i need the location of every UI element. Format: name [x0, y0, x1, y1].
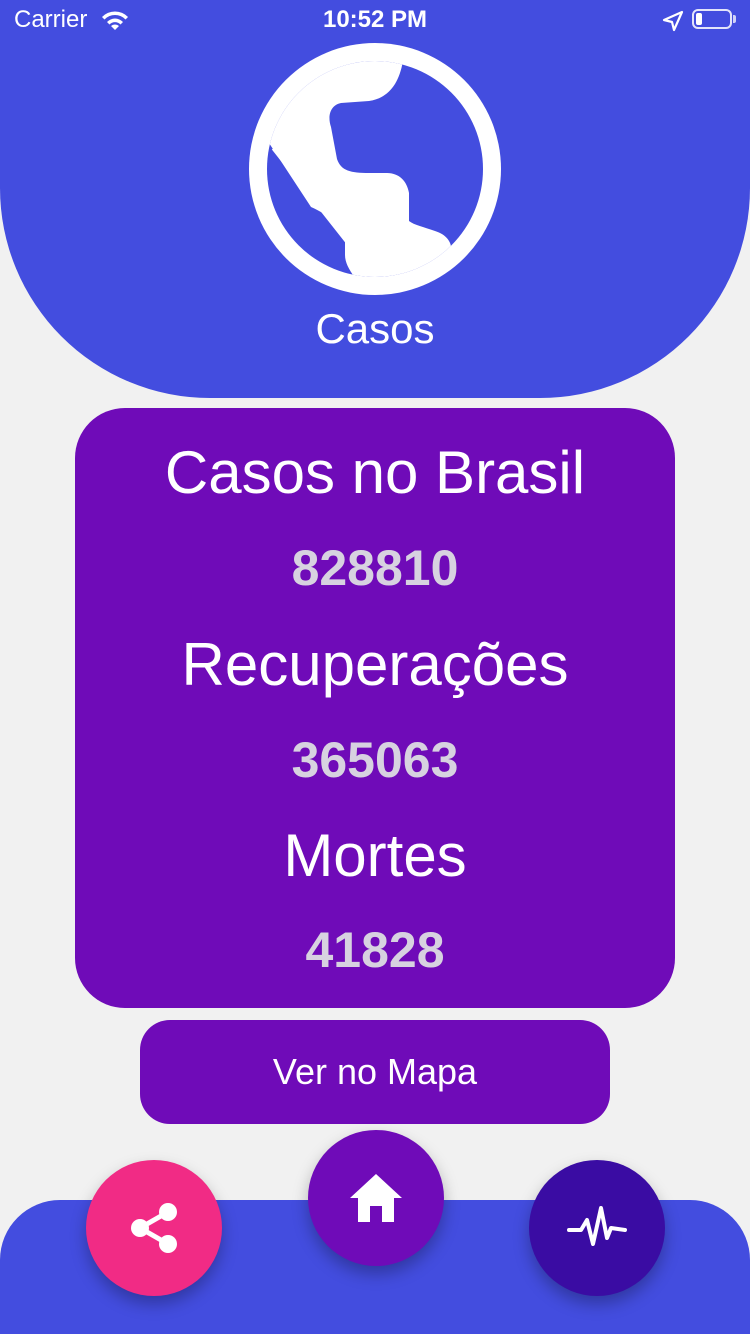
- recovered-value: 365063: [291, 732, 459, 788]
- battery-level: [696, 13, 702, 25]
- home-button[interactable]: [308, 1130, 444, 1266]
- cases-label: Casos no Brasil: [164, 439, 586, 506]
- page-title: Casos: [315, 305, 435, 352]
- globe-icon: [249, 43, 501, 295]
- activity-pulse-icon: [567, 1206, 627, 1246]
- location-arrow-icon: [662, 10, 684, 32]
- recovered-label: Recuperações: [181, 631, 569, 698]
- home-icon: [350, 1174, 402, 1222]
- battery-icon: [692, 9, 732, 29]
- share-button[interactable]: [86, 1160, 222, 1296]
- status-bar: Carrier 10:52 PM: [0, 0, 750, 40]
- battery-tip: [733, 15, 736, 23]
- deaths-label: Mortes: [283, 822, 467, 889]
- clock: 10:52 PM: [322, 6, 428, 33]
- stats-card: Casos no Brasil 828810 Recuperações 3650…: [75, 408, 675, 1008]
- cases-value: 828810: [291, 540, 459, 596]
- share-icon: [131, 1203, 177, 1253]
- activity-button[interactable]: [529, 1160, 665, 1296]
- view-map-button[interactable]: Ver no Mapa: [140, 1020, 610, 1124]
- deaths-value: 41828: [305, 922, 445, 978]
